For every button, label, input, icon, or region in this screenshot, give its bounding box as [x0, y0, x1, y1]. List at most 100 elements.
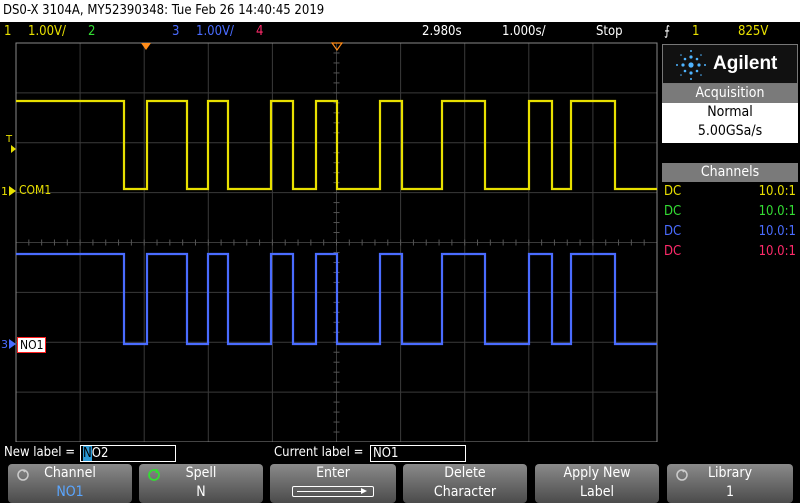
axis-tick — [566, 239, 568, 246]
time-delay[interactable]: 2.980s — [422, 22, 462, 42]
delete-softkey-line1: Delete — [444, 465, 486, 481]
channel-softkey[interactable]: Channel NO1 — [8, 464, 132, 503]
ch4-number[interactable]: 4 — [256, 22, 263, 42]
axis-tick — [541, 239, 543, 246]
label-edit-row: New label = NO2 Current label = NO1 — [0, 442, 800, 464]
axis-tick — [233, 239, 235, 246]
axis-tick — [194, 239, 196, 246]
axis-tick — [477, 239, 479, 246]
axis-tick — [333, 351, 340, 353]
new-label-input[interactable]: NO2 — [80, 445, 176, 462]
ch4-coupling: DC — [664, 244, 682, 259]
axis-tick — [643, 239, 645, 246]
time-scale[interactable]: 1.000s/ — [502, 22, 546, 42]
ch1-probe: 10.0:1 — [758, 184, 796, 199]
axis-tick — [118, 239, 120, 246]
axis-tick — [464, 239, 466, 246]
axis-tick — [53, 239, 55, 246]
axis-tick — [333, 411, 340, 413]
axis-tick — [182, 239, 184, 246]
axis-tick — [333, 381, 340, 383]
channel-softkey-value: NO1 — [56, 484, 84, 500]
axis-tick — [79, 239, 81, 246]
ch3-scale[interactable]: 1.00V/ — [196, 22, 234, 42]
axis-tick — [333, 431, 340, 433]
acquisition-box: Normal 5.00GSa/s — [662, 103, 798, 143]
axis-tick — [630, 239, 632, 246]
sample-rate: 5.00GSa/s — [697, 123, 763, 139]
trigger-level[interactable]: 825V — [738, 22, 768, 42]
axis-tick — [207, 239, 209, 246]
axis-tick — [528, 239, 530, 246]
brand-logo: Agilent — [662, 44, 798, 84]
current-label-caption: Current label = — [274, 445, 364, 460]
enter-softkey[interactable]: Enter — [270, 464, 396, 503]
axis-tick — [259, 239, 261, 246]
axis-tick — [333, 72, 340, 74]
softkey-bar: Channel NO1 Spell N Enter Delete Charact… — [0, 464, 800, 503]
channel-row-4[interactable]: DC 10.0:1 — [662, 242, 798, 262]
axis-tick — [92, 239, 94, 246]
trigger-level-marker: T — [5, 134, 13, 145]
axis-tick — [169, 239, 171, 246]
channel-row-1[interactable]: DC 10.0:1 — [662, 182, 798, 202]
channel-row-3[interactable]: DC 10.0:1 — [662, 222, 798, 242]
enter-arrow-icon — [292, 486, 374, 497]
trigger-source[interactable]: 1 — [692, 22, 699, 42]
axis-tick — [105, 239, 107, 246]
ch3-probe: 10.0:1 — [758, 224, 796, 239]
axis-tick — [310, 239, 312, 246]
status-bar: 1 1.00V/ 2 3 1.00V/ 4 2.980s 1.000s/ Sto… — [0, 22, 800, 42]
axis-tick — [333, 212, 340, 214]
brand-name: Agilent — [713, 53, 778, 74]
delete-character-softkey[interactable]: Delete Character — [403, 464, 527, 503]
library-softkey-title: Library — [707, 465, 753, 481]
axis-tick — [618, 239, 620, 246]
side-panel: Agilent Acquisition Normal 5.00GSa/s Cha… — [660, 42, 800, 442]
ch3-label[interactable]: NO1 — [17, 337, 47, 353]
axis-tick — [412, 239, 414, 246]
acquisition-header[interactable]: Acquisition — [662, 84, 798, 103]
axis-tick — [333, 82, 340, 84]
ch3-coupling: DC — [664, 224, 682, 239]
axis-tick — [451, 239, 453, 246]
ch2-probe: 10.0:1 — [758, 204, 796, 219]
axis-tick — [489, 239, 491, 246]
title-bar: DS0-X 3104A, MY52390348: Tue Feb 26 14:4… — [0, 0, 800, 22]
library-softkey[interactable]: Library 1 — [667, 464, 793, 503]
new-label-rest: O2 — [91, 446, 109, 461]
axis-tick — [333, 92, 340, 94]
run-state[interactable]: Stop — [596, 22, 623, 42]
axis-tick — [515, 239, 517, 246]
apply-softkey-line2: Label — [580, 484, 614, 500]
ch3-number[interactable]: 3 — [172, 22, 179, 42]
axis-tick — [284, 239, 286, 246]
ch2-number[interactable]: 2 — [88, 22, 95, 42]
axis-tick — [361, 239, 363, 246]
ch1-number[interactable]: 1 — [4, 22, 11, 42]
ch1-scale[interactable]: 1.00V/ — [28, 22, 66, 42]
apply-new-label-softkey[interactable]: Apply New Label — [535, 464, 659, 503]
ch1-ground-number: 1 — [1, 185, 8, 198]
channels-header[interactable]: Channels — [662, 163, 798, 182]
channel-row-2[interactable]: DC 10.0:1 — [662, 202, 798, 222]
ch1-label[interactable]: COM1 — [17, 183, 53, 197]
ch3-ground-number: 3 — [1, 338, 8, 351]
axis-tick — [220, 239, 222, 246]
waveform-display[interactable]: T 1 3 COM1 NO1 — [0, 42, 660, 442]
axis-tick — [333, 251, 340, 253]
axis-tick — [333, 192, 340, 194]
axis-tick — [438, 239, 440, 246]
axis-tick — [143, 239, 145, 246]
axis-tick — [400, 239, 402, 246]
axis-tick — [333, 52, 340, 54]
axis-tick — [592, 239, 594, 246]
ch4-probe: 10.0:1 — [758, 244, 796, 259]
axis-tick — [333, 361, 340, 363]
spell-softkey[interactable]: Spell N — [139, 464, 263, 503]
acquisition-mode: Normal — [707, 104, 753, 120]
axis-tick — [333, 222, 340, 224]
ch1-coupling: DC — [664, 184, 682, 199]
axis-tick — [246, 239, 248, 246]
axis-tick — [333, 391, 340, 393]
